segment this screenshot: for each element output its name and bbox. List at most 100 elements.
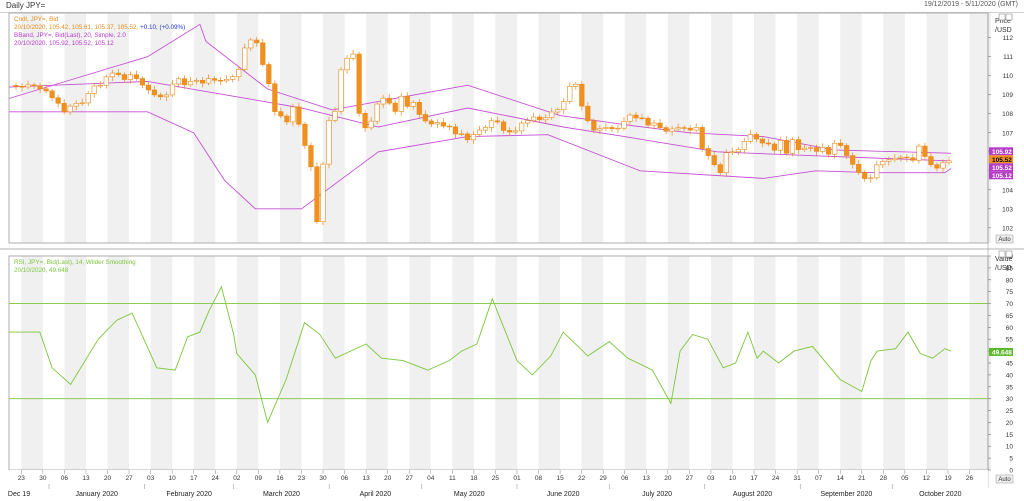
x-tick-label: 08	[535, 475, 543, 482]
candle-body	[482, 127, 489, 131]
price-axis-title: /USD	[995, 27, 1012, 34]
week-band	[495, 13, 517, 243]
candle-body	[633, 114, 639, 119]
month-label: August 2020	[733, 491, 772, 498]
week-band	[710, 256, 733, 470]
candle-body	[555, 109, 561, 113]
candle-body	[627, 114, 633, 122]
rsi-tick-label: 70	[1006, 301, 1014, 308]
candle-body	[946, 160, 952, 164]
candle-body	[771, 143, 778, 151]
candle-body	[832, 142, 838, 155]
x-tick-label: 20	[384, 475, 392, 482]
candle-body	[531, 116, 537, 121]
price-legend-line: Cndl, JPY=, Bid	[14, 16, 59, 23]
x-tick-label: 21	[858, 475, 866, 482]
month-label: May 2020	[454, 491, 485, 498]
candle-body	[224, 79, 230, 82]
candle-body	[488, 120, 495, 128]
candle-body	[187, 80, 194, 86]
candle-body	[922, 145, 928, 157]
price-auto-button[interactable]: Auto	[995, 234, 1014, 244]
x-tick-label: 05	[901, 475, 909, 482]
close-panel-icon	[1005, 250, 1013, 258]
week-band	[366, 256, 388, 470]
candle-body	[753, 134, 759, 140]
week-band	[323, 13, 345, 243]
x-tick-label: 09	[255, 475, 263, 482]
price-tick-label: 112	[1003, 35, 1014, 42]
x-tick-label: 27	[125, 475, 133, 482]
candle-body	[585, 105, 591, 122]
x-tick-label: 23	[298, 475, 306, 482]
candle-body	[675, 127, 681, 130]
candle-body	[687, 127, 693, 131]
week-band	[150, 256, 173, 470]
week-band	[840, 13, 862, 243]
candle-body	[127, 74, 133, 80]
candle-body	[181, 78, 188, 86]
x-tick-label: 07	[815, 475, 823, 482]
rsi-tick-label: 55	[1006, 337, 1014, 344]
candle-body	[813, 147, 820, 152]
candle-body	[657, 122, 663, 128]
candle-body	[868, 177, 874, 179]
week-band	[883, 13, 905, 243]
rsi-auto-button[interactable]: Auto	[995, 474, 1014, 484]
candle-body	[85, 93, 91, 104]
rsi-tick-label: 15	[1006, 432, 1014, 439]
month-label: July 2020	[642, 491, 672, 498]
candle-body	[410, 102, 416, 107]
candle-body	[621, 121, 627, 129]
x-tick-label: 20	[664, 475, 672, 482]
candle-body	[886, 159, 892, 162]
candle-body	[561, 101, 567, 111]
candle-body	[416, 102, 422, 115]
month-label: October 2020	[919, 491, 962, 498]
month-label: February 2020	[166, 491, 212, 498]
candle-body	[151, 89, 158, 96]
candle-body	[428, 120, 434, 125]
candle-body	[326, 120, 332, 165]
week-band	[21, 13, 43, 243]
week-band	[797, 256, 819, 470]
rsi-tick-label: 5	[1009, 456, 1013, 463]
rsi-legend-line: 20/10/2020, 49.648	[14, 267, 69, 274]
week-band	[236, 256, 259, 470]
x-tick-label: 18	[470, 475, 478, 482]
candle-body	[910, 157, 916, 161]
candle-body	[458, 133, 465, 135]
price-value-tag-label: 105.52	[992, 165, 1012, 172]
candle-body	[103, 76, 109, 86]
candle-body	[663, 127, 669, 132]
candle-body	[320, 163, 326, 223]
candle-body	[537, 116, 543, 121]
candle-body	[838, 142, 844, 146]
price-legend-line: 20/10/2020, 105.92, 105.52, 105.12	[14, 40, 114, 47]
candle-body	[272, 83, 278, 112]
price-tick-label: 103	[1002, 206, 1013, 213]
candle-body	[681, 127, 687, 129]
candle-body	[819, 147, 826, 152]
x-tick-label: 19	[944, 475, 952, 482]
candle-body	[573, 83, 579, 87]
candle-body	[380, 97, 386, 105]
candle-body	[175, 78, 182, 85]
x-tick-label: 17	[750, 475, 758, 482]
candle-body	[133, 74, 139, 79]
candle-body	[615, 127, 621, 130]
x-tick-label: 13	[643, 475, 651, 482]
candle-body	[506, 130, 513, 133]
candle-body	[79, 102, 85, 105]
price-legend-text: 20/10/2020, 105.92, 105.52, 105.12	[14, 40, 114, 47]
rsi-tick-label: 20	[1006, 420, 1014, 427]
candle-body	[109, 72, 115, 78]
x-tick-label: 13	[82, 475, 90, 482]
chart-canvas[interactable]: Price/USDValue/USD1021031041051061071081…	[0, 0, 1024, 501]
candle-body	[717, 164, 723, 173]
x-tick-label: 14	[837, 475, 845, 482]
x-tick-label: 27	[406, 475, 414, 482]
candle-body	[115, 72, 121, 75]
x-tick-label: 23	[18, 475, 26, 482]
price-tick-label: 108	[1002, 111, 1013, 118]
